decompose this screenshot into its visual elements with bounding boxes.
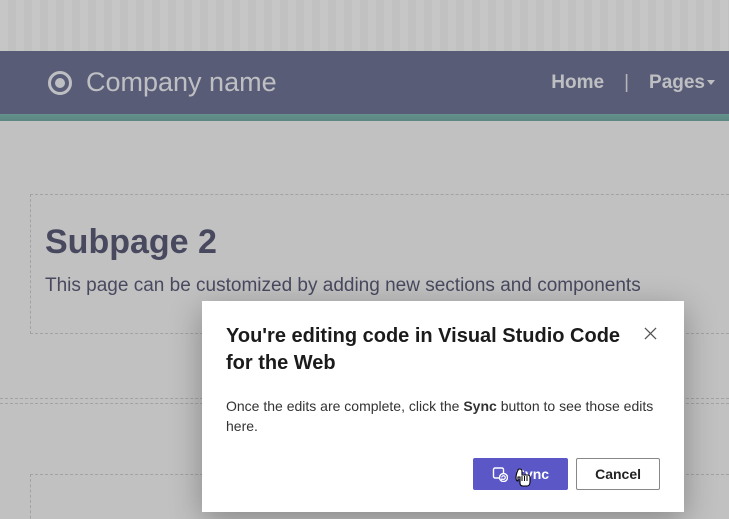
sync-icon [492, 466, 508, 482]
cancel-button[interactable]: Cancel [576, 458, 660, 490]
dialog-body-pre: Once the edits are complete, click the [226, 398, 463, 414]
dialog-body-bold: Sync [463, 398, 496, 414]
page-title: Subpage 2 [45, 223, 715, 262]
dialog-body: Once the edits are complete, click the S… [226, 397, 660, 436]
company-name: Company name [86, 67, 547, 98]
sync-button[interactable]: Sync [473, 458, 568, 490]
nav-pages[interactable]: Pages [645, 72, 719, 94]
nav-right: Home | Pages [547, 72, 719, 94]
nav-home[interactable]: Home [547, 72, 608, 94]
top-strip [0, 0, 729, 51]
navbar: Company name Home | Pages [0, 51, 729, 114]
dialog-buttons: Sync Cancel [226, 458, 660, 490]
logo-icon [48, 71, 72, 95]
cancel-button-label: Cancel [595, 466, 641, 482]
sync-button-label: Sync [516, 466, 549, 482]
dialog-title: You're editing code in Visual Studio Cod… [226, 323, 640, 377]
sync-dialog: You're editing code in Visual Studio Cod… [202, 301, 684, 512]
nav-separator: | [608, 72, 645, 94]
close-button[interactable] [640, 323, 660, 343]
chevron-down-icon [707, 80, 715, 85]
page-description: This page can be customized by adding ne… [45, 274, 715, 299]
nav-pages-label: Pages [649, 72, 705, 93]
close-icon [644, 327, 657, 340]
